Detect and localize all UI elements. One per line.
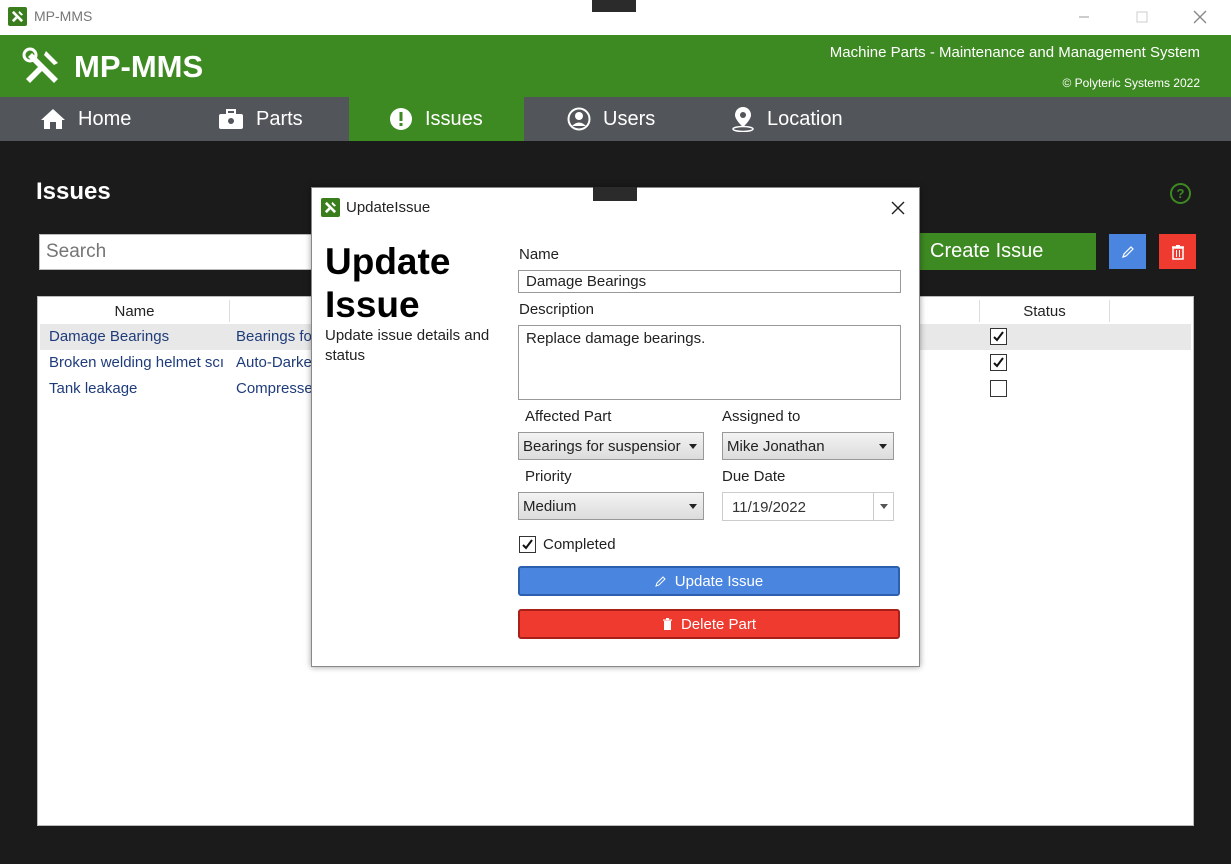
dialog-close-icon[interactable] [887, 197, 909, 219]
window-title: MP-MMS [34, 8, 93, 24]
dialog-notch [593, 187, 637, 201]
name-field[interactable]: Damage Bearings [518, 270, 901, 293]
due-date-value: 11/19/2022 [732, 499, 806, 516]
cell-part: Compressec [236, 380, 316, 397]
priority-label: Priority [525, 468, 572, 485]
maximize-icon[interactable] [1131, 6, 1153, 28]
column-header-name[interactable]: Name [40, 300, 230, 322]
update-issue-label: Update Issue [674, 572, 764, 590]
chevron-down-icon [689, 504, 697, 509]
status-checkbox[interactable] [990, 354, 1007, 371]
description-label: Description [519, 301, 595, 318]
pencil-icon [655, 576, 666, 587]
cell-part: Auto-Darke [236, 354, 312, 371]
close-icon[interactable] [1189, 6, 1211, 28]
app-brand: MP-MMS [74, 49, 204, 84]
assigned-to-label: Assigned to [722, 408, 801, 425]
trash-icon [1171, 244, 1184, 260]
dialog-description: Update issue details and status [325, 327, 490, 364]
cell-name: Tank leakage [49, 380, 138, 397]
calendar-dropdown-icon[interactable] [873, 493, 893, 520]
completed-label: Completed [543, 536, 616, 553]
dialog-heading: Update Issue [325, 241, 451, 325]
delete-issue-button[interactable] [1159, 234, 1196, 269]
nav-home[interactable]: Home [40, 97, 190, 141]
exclamation-icon [390, 108, 412, 130]
nav-parts[interactable]: Parts [218, 97, 348, 141]
name-label: Name [519, 246, 560, 263]
tools-logo-icon [22, 47, 62, 87]
window-titlebar: MP-MMS [0, 0, 1231, 35]
affected-part-value: Bearings for suspensior [523, 438, 681, 455]
chevron-down-icon [689, 444, 697, 449]
delete-part-label: Delete Part [680, 615, 757, 633]
trash-icon [662, 617, 672, 630]
nav-issues-label: Issues [425, 107, 483, 130]
status-checkbox[interactable] [990, 328, 1007, 345]
search-input[interactable] [39, 234, 329, 270]
toolbox-icon [219, 109, 243, 129]
update-issue-dialog: UpdateIssue Update Issue Update issue de… [311, 187, 920, 667]
main-nav: Home Parts Issues Users Location [0, 97, 1231, 141]
copyright: © Polyteric Systems 2022 [1062, 76, 1200, 90]
assigned-to-value: Mike Jonathan [727, 438, 825, 455]
due-date-picker[interactable]: 11/19/2022 [722, 492, 894, 521]
location-icon [732, 107, 754, 132]
delete-part-button[interactable]: Delete Part [518, 609, 900, 639]
due-date-label: Due Date [722, 468, 786, 485]
dialog-window-title: UpdateIssue [346, 199, 431, 216]
nav-home-label: Home [78, 107, 132, 130]
chevron-down-icon [879, 444, 887, 449]
cell-name: Damage Bearings [49, 328, 170, 345]
edit-issue-button[interactable] [1109, 234, 1146, 269]
app-subtitle: Machine Parts - Maintenance and Manageme… [829, 44, 1200, 61]
nav-users[interactable]: Users [567, 97, 697, 141]
user-icon [567, 107, 591, 131]
priority-value: Medium [523, 498, 577, 515]
help-icon[interactable]: ? [1170, 183, 1191, 204]
minimize-icon[interactable] [1073, 6, 1095, 28]
assigned-to-select[interactable]: Mike Jonathan [722, 432, 894, 460]
nav-users-label: Users [603, 107, 656, 130]
nav-location[interactable]: Location [731, 97, 881, 141]
priority-select[interactable]: Medium [518, 492, 704, 520]
page-title: Issues [36, 178, 111, 205]
completed-checkbox[interactable] [519, 536, 536, 553]
affected-part-select[interactable]: Bearings for suspensior [518, 432, 704, 460]
description-field[interactable]: Replace damage bearings. [518, 325, 901, 400]
update-issue-button[interactable]: Update Issue [518, 566, 900, 596]
column-header-status[interactable]: Status [979, 300, 1110, 322]
cell-part: Bearings fo [236, 328, 312, 345]
affected-part-label: Affected Part [525, 408, 612, 425]
status-checkbox[interactable] [990, 380, 1007, 397]
app-header: MP-MMS Machine Parts - Maintenance and M… [0, 35, 1231, 97]
create-issue-button[interactable]: Create Issue [918, 233, 1096, 270]
home-icon [41, 109, 65, 129]
pencil-icon [1121, 245, 1134, 258]
window-notch [592, 0, 636, 12]
nav-parts-label: Parts [256, 107, 303, 130]
dialog-tools-icon [321, 198, 340, 217]
app-tools-icon [8, 7, 27, 26]
nav-location-label: Location [767, 107, 843, 130]
nav-issues[interactable]: Issues [349, 97, 524, 141]
cell-name: Broken welding helmet scı [49, 354, 224, 371]
